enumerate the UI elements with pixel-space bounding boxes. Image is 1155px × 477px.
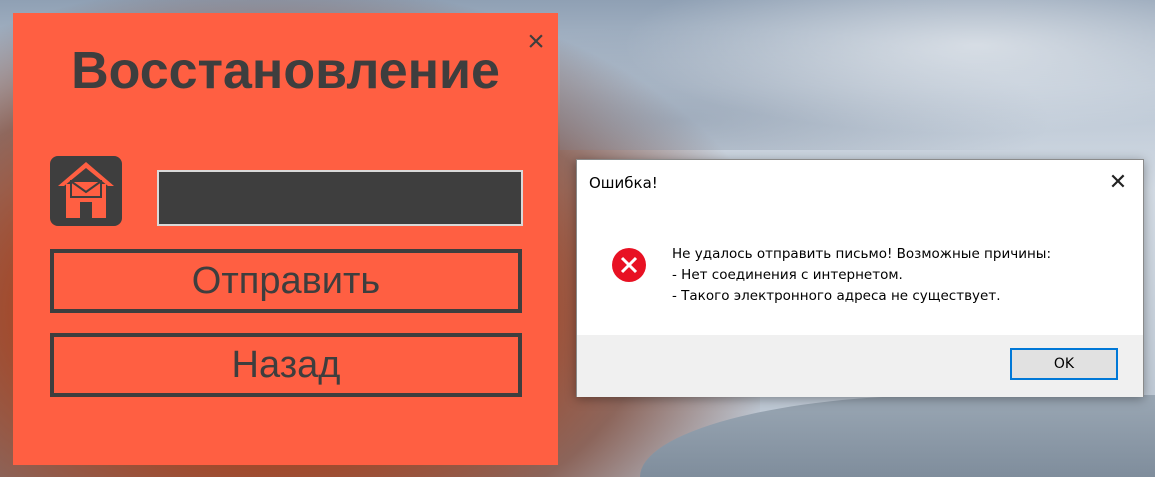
back-button[interactable]: Назад — [50, 333, 522, 397]
error-dialog: Ошибка! ✕ Не удалось отправить письмо! В… — [576, 159, 1144, 397]
recovery-window: × Восстановление Отправить Назад — [13, 13, 558, 465]
send-button[interactable]: Отправить — [50, 249, 522, 313]
message-line: Не удалось отправить письмо! Возможные п… — [672, 246, 1052, 262]
wallpaper-clouds — [560, 0, 1155, 150]
message-line: - Нет соединения с интернетом. — [672, 267, 903, 283]
dialog-message: Не удалось отправить письмо! Возможные п… — [672, 244, 1051, 307]
house-envelope-icon — [50, 156, 122, 226]
ok-button[interactable]: OK — [1010, 348, 1118, 380]
email-input[interactable] — [157, 170, 523, 226]
error-circle-icon — [611, 247, 647, 283]
dialog-title: Ошибка! — [589, 174, 658, 192]
message-line: - Такого электронного адреса не существу… — [672, 288, 1001, 304]
dialog-footer: OK — [577, 335, 1143, 397]
dialog-close-button[interactable]: ✕ — [1100, 167, 1136, 197]
recovery-title: Восстановление — [71, 42, 500, 100]
